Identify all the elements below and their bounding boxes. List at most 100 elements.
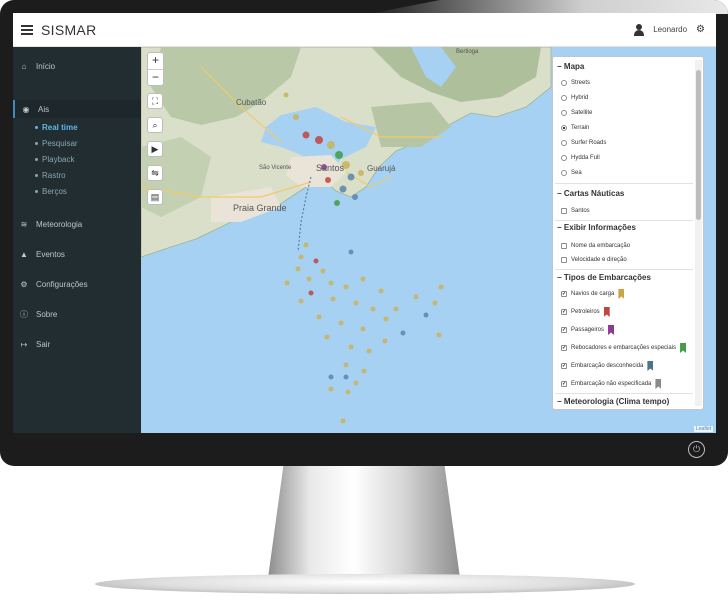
monitor-bezel: SISMAR Leonardo ⚙ ⌂ Início ◉ Ais Real ti… bbox=[0, 0, 728, 466]
basemap-option-surfer-roads[interactable]: Surfer Roads bbox=[561, 138, 606, 148]
checkbox-checked[interactable]: ✓ bbox=[561, 345, 567, 351]
sidebar-item-eventos[interactable]: ▲ Eventos bbox=[13, 245, 141, 263]
info-icon: ⓘ bbox=[20, 309, 28, 319]
option-label: Santos bbox=[571, 208, 590, 214]
scroll-thumb[interactable] bbox=[696, 70, 701, 220]
sidebar-item-sair[interactable]: ↦ Sair bbox=[13, 335, 141, 353]
hamburger-menu-icon[interactable] bbox=[21, 24, 33, 35]
sidebar-subitem-rastro[interactable]: Rastro bbox=[35, 168, 135, 182]
option-label: Satellite bbox=[571, 110, 593, 116]
basemap-option-sea[interactable]: Sea bbox=[561, 168, 582, 178]
divider bbox=[555, 269, 693, 270]
power-icon[interactable]: ⏻ bbox=[688, 441, 705, 458]
app-title: SISMAR bbox=[41, 21, 97, 38]
basemap-option-terrain[interactable]: Terrain bbox=[561, 123, 589, 133]
info-option-speed-direction[interactable]: Velocidade e direção bbox=[561, 255, 627, 265]
checkbox[interactable] bbox=[561, 243, 567, 249]
place-label: Cubatão bbox=[236, 98, 267, 107]
radio-button[interactable] bbox=[561, 95, 567, 101]
place-label: São Vicente bbox=[259, 165, 292, 171]
app-screen: SISMAR Leonardo ⚙ ⌂ Início ◉ Ais Real ti… bbox=[13, 13, 716, 433]
tug-ship-icon bbox=[680, 343, 687, 353]
zoom-out-button[interactable]: − bbox=[148, 69, 163, 85]
radio-button[interactable] bbox=[561, 140, 567, 146]
sidebar-item-configuracoes[interactable]: ⚙ Configurações bbox=[13, 275, 141, 293]
option-label: Hybrid bbox=[571, 95, 589, 101]
place-label: Praia Grande bbox=[233, 203, 287, 213]
play-icon[interactable]: ▶ bbox=[147, 141, 163, 157]
sidebar-item-sobre[interactable]: ⓘ Sobre bbox=[13, 305, 141, 323]
bullet-icon bbox=[35, 141, 38, 145]
section-title-meteorologia[interactable]: − Meteorologia (Clima tempo) bbox=[557, 397, 669, 406]
sidebar-item-label: Ais bbox=[38, 104, 50, 114]
settings-gear-icon[interactable]: ⚙ bbox=[696, 24, 705, 35]
collapse-icon: − bbox=[557, 189, 564, 198]
bell-icon: ▲ bbox=[20, 249, 28, 259]
zoom-in-button[interactable]: + bbox=[148, 53, 163, 69]
collapse-icon: − bbox=[557, 223, 564, 232]
sidebar-item-inicio[interactable]: ⌂ Início bbox=[13, 57, 141, 75]
vessel-type-passenger[interactable]: ✓ Passageiros bbox=[561, 325, 615, 335]
checkbox[interactable] bbox=[561, 208, 567, 214]
sidebar-subitem-playback[interactable]: Playback bbox=[35, 152, 135, 166]
chart-option-santos[interactable]: Santos bbox=[561, 206, 590, 216]
user-name[interactable]: Leonardo bbox=[653, 25, 687, 34]
section-title-tipos-embarcacoes[interactable]: − Tipos de Embarcações bbox=[557, 273, 651, 282]
sidebar-subitem-pesquisar[interactable]: Pesquisar bbox=[35, 136, 135, 150]
sidebar-subitem-real-time[interactable]: Real time bbox=[35, 120, 135, 134]
option-label: Passageiros bbox=[571, 327, 605, 333]
map-canvas[interactable]: Cubatão Santos Guarujá Praia Grande São … bbox=[141, 47, 716, 433]
divider bbox=[555, 220, 693, 221]
checkbox-checked[interactable]: ✓ bbox=[561, 363, 567, 369]
basemap-option-hybrid[interactable]: Hybrid bbox=[561, 93, 588, 103]
radio-button-selected[interactable] bbox=[561, 125, 567, 131]
radio-button[interactable] bbox=[561, 155, 567, 161]
document-icon[interactable]: ▤ bbox=[147, 189, 163, 205]
unspecified-ship-icon bbox=[655, 379, 662, 389]
monitor-stand-neck bbox=[268, 466, 460, 578]
vessel-type-tanker[interactable]: ✓ Petroleiros bbox=[561, 307, 610, 317]
collapse-icon: − bbox=[557, 397, 564, 406]
top-navbar: SISMAR Leonardo ⚙ bbox=[13, 13, 716, 47]
section-title-exibir-informacoes[interactable]: − Exibir Informações bbox=[557, 223, 636, 232]
search-icon[interactable]: ⌕ bbox=[147, 117, 163, 133]
radio-button[interactable] bbox=[561, 110, 567, 116]
sidebar-subitem-label: Real time bbox=[42, 122, 78, 132]
basemap-option-hydda-full[interactable]: Hydda Full bbox=[561, 153, 600, 163]
user-icon[interactable] bbox=[633, 23, 645, 36]
vessel-type-unknown[interactable]: ✓ Embarcação desconhecida bbox=[561, 361, 654, 371]
sidebar-item-meteorologia[interactable]: ≋ Meteorologia bbox=[13, 215, 141, 233]
checkbox-checked[interactable]: ✓ bbox=[561, 327, 567, 333]
sidebar-item-label: Eventos bbox=[36, 249, 65, 259]
place-label: Guarujá bbox=[367, 164, 396, 173]
place-label: Santos bbox=[316, 163, 345, 173]
basemap-option-satellite[interactable]: Satellite bbox=[561, 108, 592, 118]
option-label: Nome da embarcação bbox=[571, 243, 631, 249]
info-option-vessel-name[interactable]: Nome da embarcação bbox=[561, 241, 630, 251]
sidebar-item-ais[interactable]: ◉ Ais bbox=[13, 100, 141, 118]
sidebar-subitem-label: Pesquisar bbox=[42, 138, 78, 148]
checkbox-checked[interactable]: ✓ bbox=[561, 309, 567, 315]
unknown-ship-icon bbox=[647, 361, 654, 371]
basemap-option-streets[interactable]: Streets bbox=[561, 78, 590, 88]
bullet-icon bbox=[35, 157, 38, 161]
sidebar-subitem-bercos[interactable]: Berços bbox=[35, 184, 135, 198]
radio-button[interactable] bbox=[561, 80, 567, 86]
checkbox-checked[interactable]: ✓ bbox=[561, 291, 567, 297]
fullscreen-icon[interactable]: ⛶ bbox=[147, 93, 163, 109]
sidebar-subitem-label: Playback bbox=[42, 154, 75, 164]
option-label: Embarcação não especificada bbox=[571, 381, 652, 387]
checkbox[interactable] bbox=[561, 257, 567, 263]
section-title-mapa[interactable]: − Mapa bbox=[557, 62, 584, 71]
vessel-type-unspecified[interactable]: ✓ Embarcação não especificada bbox=[561, 379, 662, 389]
gear-icon: ⚙ bbox=[20, 279, 28, 289]
vessel-type-tug-special[interactable]: ✓ Rebocadores e embarcações especiais bbox=[561, 343, 687, 353]
section-title-cartas-nauticas[interactable]: − Cartas Náuticas bbox=[557, 189, 624, 198]
vessel-type-cargo[interactable]: ✓ Navios de carga bbox=[561, 289, 625, 299]
radio-button[interactable] bbox=[561, 170, 567, 176]
map-attribution[interactable]: Leaflet bbox=[693, 426, 713, 432]
user-area: Leonardo ⚙ bbox=[633, 23, 705, 36]
checkbox-checked[interactable]: ✓ bbox=[561, 381, 567, 387]
route-icon[interactable]: ⇋ bbox=[147, 165, 163, 181]
panel-scrollbar[interactable] bbox=[695, 60, 702, 406]
